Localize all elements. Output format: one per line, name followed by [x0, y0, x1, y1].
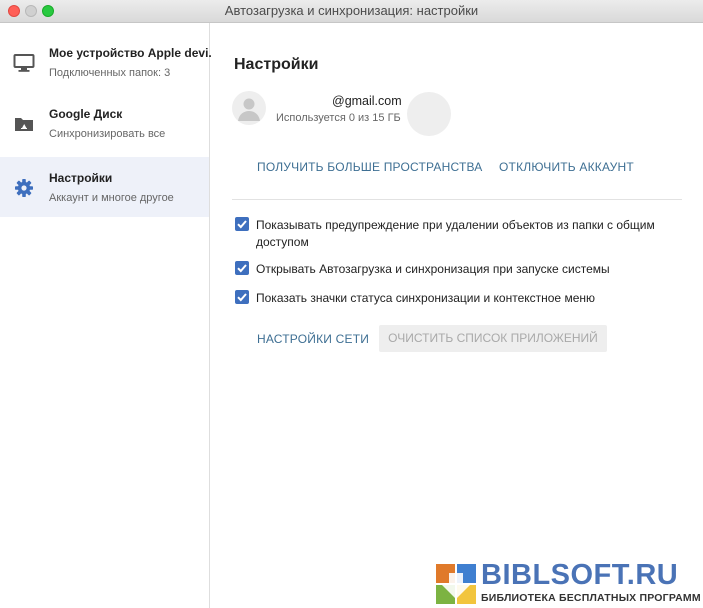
checkmark-icon: [237, 220, 247, 229]
sidebar-item-subtitle: Синхронизировать все: [49, 128, 166, 140]
option-label-line: доступом: [256, 235, 309, 249]
option-label: Показывать предупреждение при удалении о…: [256, 217, 655, 251]
window-title: Автозагрузка и синхронизация: настройки: [224, 3, 479, 18]
get-more-storage-button[interactable]: ПОЛУЧИТЬ БОЛЬШЕ ПРОСТРАНСТВА: [257, 160, 483, 174]
sidebar-item-subtitle: Подключенных папок: 3: [49, 67, 171, 79]
sidebar-item-settings[interactable]: Настройки Аккаунт и многое другое: [0, 157, 209, 217]
sync-status-icons-checkbox[interactable]: [235, 290, 249, 304]
launch-on-startup-checkbox[interactable]: [235, 261, 249, 275]
clear-apps-list-button[interactable]: ОЧИСТИТЬ СПИСОК ПРИЛОЖЕНИЙ: [379, 325, 607, 352]
sidebar-item-my-device[interactable]: Мое устройство Apple devi. Подключенных …: [0, 32, 212, 92]
account-email: @gmail.com: [332, 94, 402, 108]
sidebar-item-google-drive[interactable]: Google Диск Синхронизировать все: [0, 93, 209, 153]
avatar: [232, 91, 266, 125]
option-label: Показать значки статуса синхронизации и …: [256, 291, 595, 305]
delete-warning-checkbox[interactable]: [235, 217, 249, 231]
option-label: Открывать Автозагрузка и синхронизация п…: [256, 262, 610, 276]
checkmark-icon: [237, 264, 247, 273]
page-title: Настройки: [234, 56, 319, 73]
sidebar: Мое устройство Apple devi. Подключенных …: [0, 23, 212, 608]
sidebar-item-title: Настройки: [49, 171, 113, 185]
storage-usage: Используется 0 из 15 ГБ: [276, 112, 401, 124]
drive-folder-icon: [15, 118, 33, 131]
gear-icon: [15, 179, 33, 197]
sidebar-item-title: Мое устройство Apple devi.: [49, 46, 212, 60]
account-avatar-placeholder: [407, 92, 451, 136]
monitor-icon: [13, 54, 35, 72]
network-settings-button[interactable]: НАСТРОЙКИ СЕТИ: [257, 332, 369, 346]
settings-panel: Настройки @gmail.com Используется 0 из 1…: [210, 23, 703, 608]
watermark-tagline: БИБЛИОТЕКА БЕСПЛАТНЫХ ПРОГРАММ: [481, 592, 701, 604]
sidebar-item-subtitle: Аккаунт и многое другое: [49, 192, 174, 204]
divider: [232, 199, 682, 200]
disconnect-account-button[interactable]: ОТКЛЮЧИТЬ АККАУНТ: [499, 160, 634, 174]
watermark: BIBLSOFT.RU БИБЛИОТЕКА БЕСПЛАТНЫХ ПРОГРА…: [436, 559, 703, 608]
sidebar-item-title: Google Диск: [49, 107, 123, 121]
user-silhouette-icon: [238, 98, 260, 121]
option-label-line: Показывать предупреждение при удалении о…: [256, 218, 655, 232]
title-bar: Автозагрузка и синхронизация: настройки: [0, 0, 703, 23]
biblsoft-logo-icon: [436, 564, 476, 604]
settings-window: Автозагрузка и синхронизация: настройки …: [0, 0, 703, 608]
watermark-brand: BIBLSOFT.RU: [481, 559, 679, 591]
checkmark-icon: [237, 293, 247, 302]
